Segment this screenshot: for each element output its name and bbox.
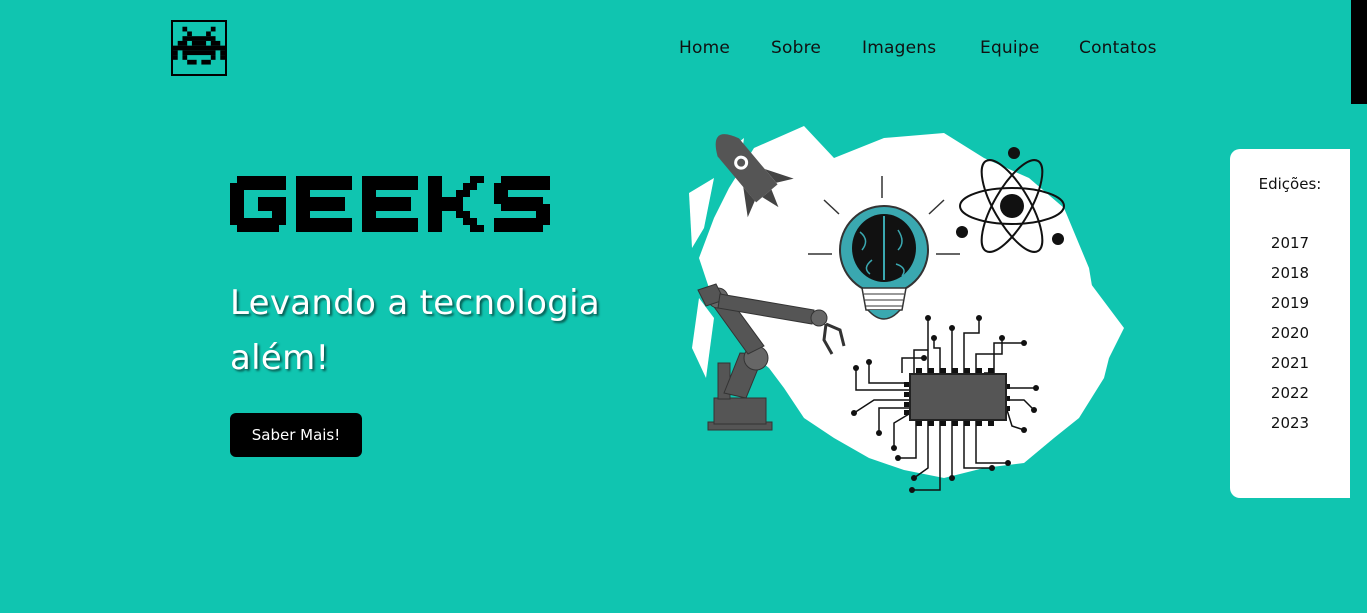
nav-equipe[interactable]: Equipe xyxy=(980,38,1039,58)
brand-letter xyxy=(362,176,418,232)
editions-title: Edições: xyxy=(1258,175,1322,193)
edition-2018[interactable]: 2018 xyxy=(1230,263,1350,293)
edition-2023[interactable]: 2023 xyxy=(1230,413,1350,443)
saber-mais-button[interactable]: Saber Mais! xyxy=(230,413,362,457)
editions-panel: Edições: 2017 2018 2019 2020 2021 2022 2… xyxy=(1230,149,1350,498)
edition-2021[interactable]: 2021 xyxy=(1230,353,1350,383)
brand-letter xyxy=(494,176,550,232)
scrollbar-thumb[interactable] xyxy=(1351,0,1367,104)
nav-contatos[interactable]: Contatos xyxy=(1079,38,1157,58)
nav-imagens[interactable]: Imagens xyxy=(862,38,936,58)
edition-2017[interactable]: 2017 xyxy=(1230,233,1350,263)
space-invader-icon xyxy=(173,26,225,65)
nav-home[interactable]: Home xyxy=(679,38,730,58)
nav-sobre[interactable]: Sobre xyxy=(771,38,821,58)
hero-illustration xyxy=(684,118,1128,500)
brand-letter xyxy=(296,176,352,232)
brand-letter xyxy=(428,176,484,232)
editions-list: 2017 2018 2019 2020 2021 2022 2023 xyxy=(1230,233,1350,443)
edition-2020[interactable]: 2020 xyxy=(1230,323,1350,353)
edition-2019[interactable]: 2019 xyxy=(1230,293,1350,323)
edition-2022[interactable]: 2022 xyxy=(1230,383,1350,413)
hero-tagline: Levando a tecnologia além! xyxy=(230,283,601,378)
brand-title: GEEKS xyxy=(230,176,550,232)
logo[interactable] xyxy=(171,20,227,76)
brand-letter xyxy=(230,176,286,232)
